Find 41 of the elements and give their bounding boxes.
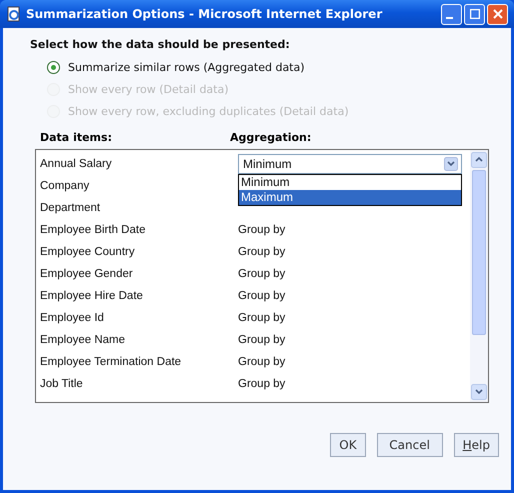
- dropdown-option[interactable]: Minimum: [239, 175, 461, 190]
- aggregation-value: Group by: [238, 290, 286, 302]
- close-button[interactable]: [487, 4, 508, 24]
- data-item-name: Employee Gender: [40, 268, 134, 280]
- column-header: Data items:: [40, 131, 113, 144]
- dialog-button[interactable]: Help: [454, 433, 499, 457]
- data-item-name: Employee Termination Date: [40, 356, 182, 368]
- scroll-up-icon: [471, 152, 487, 168]
- section-heading: Select how the data should be presented:: [30, 38, 291, 51]
- aggregation-value: Group by: [238, 224, 286, 236]
- data-item-name: Employee Name: [40, 334, 126, 346]
- minimize-icon: [446, 16, 453, 18]
- maximize-button[interactable]: [464, 4, 485, 24]
- minimize-button[interactable]: [441, 4, 462, 24]
- data-item-name: Job Title: [40, 378, 84, 390]
- aggregation-value: Group by: [238, 334, 286, 346]
- data-item-name: Annual Salary: [40, 158, 113, 170]
- dropdown-option[interactable]: Maximum: [239, 190, 461, 205]
- data-item-name: Department: [40, 202, 102, 214]
- close-icon: [492, 9, 502, 19]
- aggregation-value: Group by: [238, 312, 286, 324]
- scroll-thumb[interactable]: [472, 170, 486, 335]
- dialog-button[interactable]: Cancel: [376, 433, 443, 457]
- aggregation-value: Group by: [238, 246, 286, 258]
- column-header: Aggregation:: [230, 131, 312, 144]
- data-item-name: Company: [40, 180, 90, 192]
- radio-option[interactable]: Summarize similar rows (Aggregated data): [47, 59, 499, 75]
- page-icon: [6, 6, 22, 22]
- window-title: Summarization Options - Microsoft Internet Explorer: [26, 7, 384, 21]
- scroll-down-icon: [471, 384, 487, 400]
- data-item-name: Employee Birth Date: [40, 224, 146, 236]
- data-item-name: Employee Id: [40, 312, 105, 324]
- aggregation-value: Group by: [238, 268, 286, 280]
- maximize-icon: [470, 9, 480, 19]
- dialog-button[interactable]: OK: [330, 433, 366, 457]
- scrollbar[interactable]: [470, 150, 488, 402]
- aggregation-value: Group by: [238, 378, 286, 390]
- data-item-name: Employee Hire Date: [40, 290, 144, 302]
- aggregation-value: Group by: [238, 356, 286, 368]
- data-item-name: Employee Country: [40, 246, 136, 258]
- aggregation-dropdown[interactable]: Minimum: [238, 154, 462, 174]
